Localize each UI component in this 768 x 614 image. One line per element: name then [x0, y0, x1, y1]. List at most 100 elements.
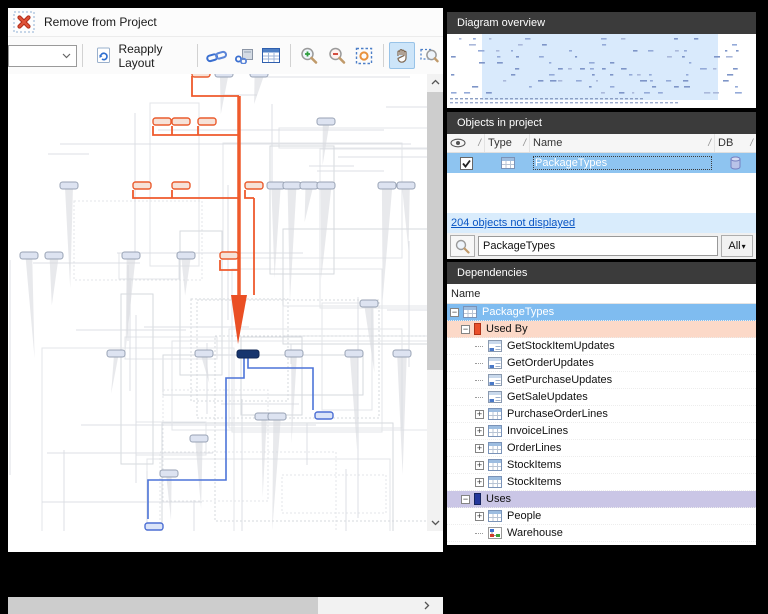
function-icon — [488, 374, 502, 386]
zoom-in-button[interactable] — [297, 42, 322, 69]
toolbar-separator — [82, 44, 83, 67]
expander-plus-icon[interactable]: + — [475, 410, 484, 419]
layout-combobox[interactable] — [8, 45, 77, 67]
database-link-button[interactable] — [231, 42, 256, 69]
expander-minus-icon[interactable]: − — [461, 495, 470, 504]
tree-item-stockitems[interactable]: + StockItems — [447, 474, 756, 491]
hand-pan-icon — [394, 47, 410, 64]
tree-item-label: Warehouse — [507, 527, 563, 539]
search-button[interactable] — [450, 235, 475, 257]
expander-plus-icon[interactable]: + — [475, 444, 484, 453]
diagram-overview-minimap[interactable] — [447, 34, 756, 108]
tree-item-label: GetPurchaseUpdates — [507, 374, 612, 386]
type-column-header[interactable]: Type/ — [485, 134, 530, 152]
table-icon — [501, 157, 515, 169]
objects-table: / Type/ Name/ DB/ PackageTypes — [447, 134, 756, 213]
object-row-packagetypes[interactable]: PackageTypes — [447, 153, 756, 173]
table-icon — [488, 476, 502, 488]
tree-connector — [475, 533, 483, 534]
db-column-header[interactable]: DB/ — [715, 134, 756, 152]
object-name[interactable]: PackageTypes — [532, 155, 713, 171]
tree-item-invoicelines[interactable]: +InvoiceLines — [447, 423, 756, 440]
remove-from-project-icon[interactable] — [13, 11, 35, 33]
tree-item-warehouse[interactable]: Warehouse — [447, 525, 756, 542]
search-input[interactable] — [478, 236, 718, 256]
table-view-icon — [262, 48, 280, 63]
tree-item-label: Uses — [486, 493, 511, 505]
scroll-up-arrow[interactable] — [427, 74, 443, 90]
expander-plus-icon[interactable]: + — [475, 478, 484, 487]
expander-plus-icon[interactable]: + — [475, 461, 484, 470]
fit-to-window-icon — [355, 47, 373, 65]
toolbar-separator — [197, 44, 198, 67]
vertical-scrollbar[interactable] — [427, 74, 443, 531]
table-icon — [488, 408, 502, 420]
tree-item-getsaleupdates[interactable]: GetSaleUpdates — [447, 389, 756, 406]
pan-tool-button[interactable] — [389, 42, 414, 69]
side-panel: Diagram overview Objects in project / Ty… — [447, 0, 756, 567]
diagram-canvas[interactable] — [8, 74, 443, 531]
database-link-icon — [234, 48, 254, 64]
tree-item-packagetypes[interactable]: − PackageTypes — [447, 304, 756, 321]
objects-table-header: / Type/ Name/ DB/ — [447, 134, 756, 153]
scroll-down-arrow[interactable] — [427, 515, 443, 531]
filter-all-button[interactable]: All▾ — [721, 235, 753, 257]
toolbar-separator — [383, 44, 384, 67]
name-column-header[interactable]: Name/ — [530, 134, 715, 152]
tree-item-getpurchaseupdates[interactable]: GetPurchaseUpdates — [447, 372, 756, 389]
tree-item-label: PackageTypes — [482, 306, 554, 318]
table-view-button[interactable] — [258, 42, 283, 69]
diagram-toolbar: Reapply Layout — [8, 36, 443, 75]
search-icon — [455, 239, 470, 254]
objects-not-displayed-strip: 204 objects not displayed — [447, 213, 756, 233]
expander-plus-icon[interactable]: + — [475, 427, 484, 436]
context-action-label[interactable]: Remove from Project — [44, 15, 157, 29]
horizontal-scrollbar[interactable] — [8, 597, 443, 614]
diagram-window: Remove from Project Reapply Layout — [8, 8, 443, 552]
objects-not-displayed-link[interactable]: 204 objects not displayed — [451, 217, 575, 229]
vertical-scroll-thumb[interactable] — [427, 92, 443, 370]
tree-item-label: People — [507, 510, 541, 522]
link-icon — [206, 49, 227, 63]
toolbar-separator — [290, 44, 291, 67]
tree-item-label: GetStockItemUpdates — [507, 340, 615, 352]
tree-item-orderlines[interactable]: + OrderLines — [447, 440, 756, 457]
visibility-checkbox[interactable] — [460, 157, 473, 170]
tree-item-label: StockItems — [507, 476, 561, 488]
expander-minus-icon[interactable]: − — [450, 308, 459, 317]
zoom-out-button[interactable] — [324, 42, 349, 69]
tree-item-people[interactable]: + People — [447, 508, 756, 525]
horizontal-scroll-thumb[interactable] — [8, 597, 318, 614]
tree-item-label: GetSaleUpdates — [507, 391, 588, 403]
tree-item-label: StockItems — [507, 459, 561, 471]
zoom-selection-button[interactable] — [417, 42, 442, 69]
tree-item-getstockitemupdates[interactable]: GetStockItemUpdates — [447, 338, 756, 355]
fit-to-window-button[interactable] — [351, 42, 376, 69]
tree-item-purchaseorderlines[interactable]: +PurchaseOrderLines — [447, 406, 756, 423]
visibility-column-header[interactable]: / — [447, 134, 485, 152]
tree-item-label: GetOrderUpdates — [507, 357, 594, 369]
tree-item-stockitems[interactable]: + StockItems — [447, 457, 756, 474]
tree-item-used-by[interactable]: − Used By — [447, 321, 756, 338]
objects-in-project-header: Objects in project — [447, 112, 756, 134]
link-edges-button[interactable] — [204, 42, 229, 69]
table-icon — [463, 306, 477, 318]
reapply-layout-button[interactable]: Reapply Layout — [87, 42, 192, 70]
expander-plus-icon[interactable]: + — [475, 512, 484, 521]
database-icon — [729, 156, 742, 170]
tree-item-uses[interactable]: − Uses — [447, 491, 756, 508]
eye-icon — [450, 138, 466, 148]
tree-item-getorderupdates[interactable]: GetOrderUpdates — [447, 355, 756, 372]
tree-connector — [475, 380, 483, 381]
diagram-svg — [8, 74, 427, 531]
object-search-bar: All▾ — [447, 233, 756, 259]
usedby-block-icon — [474, 323, 481, 335]
context-titlebar: Remove from Project — [8, 8, 443, 36]
schema-icon — [488, 527, 502, 539]
tree-item-label: OrderLines — [507, 442, 561, 454]
scroll-right-arrow[interactable] — [419, 597, 435, 614]
expander-minus-icon[interactable]: − — [461, 325, 470, 334]
dependencies-name-column-header[interactable]: Name — [447, 284, 756, 304]
uses-block-icon — [474, 493, 481, 505]
tree-item-label: Used By — [486, 323, 528, 335]
